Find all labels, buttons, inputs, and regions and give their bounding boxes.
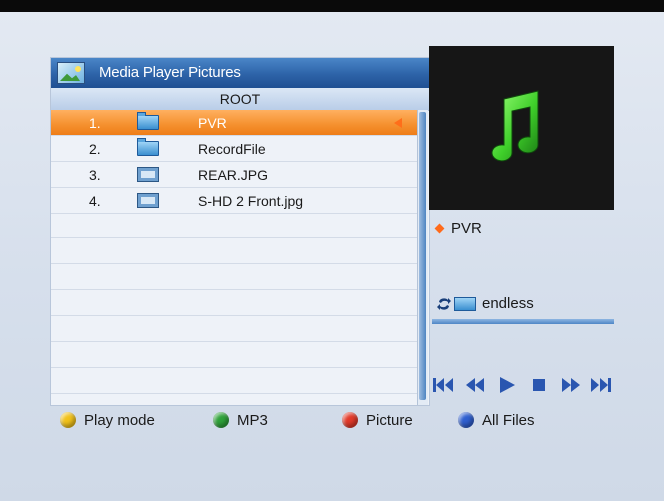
scroll-thumb[interactable] — [419, 112, 426, 400]
row-number: 4. — [89, 193, 101, 209]
file-name: PVR — [198, 115, 227, 131]
yellow-button-icon — [60, 412, 76, 429]
current-path: ROOT — [219, 91, 261, 107]
folder-icon — [137, 138, 159, 156]
repeat-mode[interactable]: endless — [436, 295, 534, 312]
playback-controls — [432, 374, 614, 400]
bullet-diamond-icon — [434, 223, 445, 234]
picture-label: Picture — [366, 412, 413, 429]
repeat-mode-label: endless — [482, 295, 534, 312]
play-mode-label: Play mode — [84, 412, 155, 429]
scrollbar[interactable] — [417, 110, 428, 405]
fast-forward-icon[interactable] — [560, 374, 582, 396]
divider — [432, 319, 614, 324]
music-note-icon — [491, 90, 539, 162]
all-files-key[interactable]: All Files — [458, 412, 535, 429]
current-item-name: PVR — [451, 220, 482, 237]
play-mode-key[interactable]: Play mode — [60, 412, 155, 429]
folder-icon — [137, 112, 159, 130]
all-files-label: All Files — [482, 412, 535, 429]
color-key-legend: Play mode MP3 Picture All Files — [50, 412, 610, 438]
rewind-icon[interactable] — [464, 374, 486, 396]
blue-button-icon — [458, 412, 474, 429]
row-number: 3. — [89, 167, 101, 183]
file-browser-panel: Media Player Pictures ROOT 1. PVR 2. Rec… — [50, 57, 430, 406]
tv-screen: Media Player Pictures ROOT 1. PVR 2. Rec… — [0, 12, 664, 501]
picture-icon — [57, 62, 85, 84]
file-row-rear-jpg[interactable]: 3. REAR.JPG — [51, 162, 417, 188]
file-row-recordfile[interactable]: 2. RecordFile — [51, 136, 417, 162]
file-name: REAR.JPG — [198, 167, 269, 183]
repeat-icon — [437, 298, 451, 311]
skip-back-icon[interactable] — [432, 374, 454, 396]
skip-forward-icon[interactable] — [590, 374, 612, 396]
folder-icon — [454, 297, 476, 312]
image-file-icon — [137, 167, 159, 182]
title-bar: Media Player Pictures — [51, 58, 429, 88]
mp3-label: MP3 — [237, 412, 268, 429]
row-number: 1. — [89, 115, 101, 131]
path-bar: ROOT — [51, 88, 429, 111]
red-button-icon — [342, 412, 358, 429]
file-list: 1. PVR 2. RecordFile 3. REAR.JPG 4. S-HD… — [51, 110, 417, 214]
image-file-icon — [137, 193, 159, 208]
window-title: Media Player Pictures — [99, 64, 241, 81]
selection-arrow-icon — [394, 118, 402, 128]
current-item-info: PVR — [434, 220, 482, 237]
file-row-front-jpg[interactable]: 4. S-HD 2 Front.jpg — [51, 188, 417, 214]
file-name: S-HD 2 Front.jpg — [198, 193, 304, 209]
green-button-icon — [213, 412, 229, 429]
stop-icon[interactable] — [528, 374, 550, 396]
mp3-key[interactable]: MP3 — [213, 412, 268, 429]
picture-key[interactable]: Picture — [342, 412, 413, 429]
file-row-pvr[interactable]: 1. PVR — [51, 110, 417, 136]
empty-list-area — [51, 212, 417, 405]
row-number: 2. — [89, 141, 101, 157]
play-icon[interactable] — [496, 374, 518, 396]
file-name: RecordFile — [198, 141, 266, 157]
